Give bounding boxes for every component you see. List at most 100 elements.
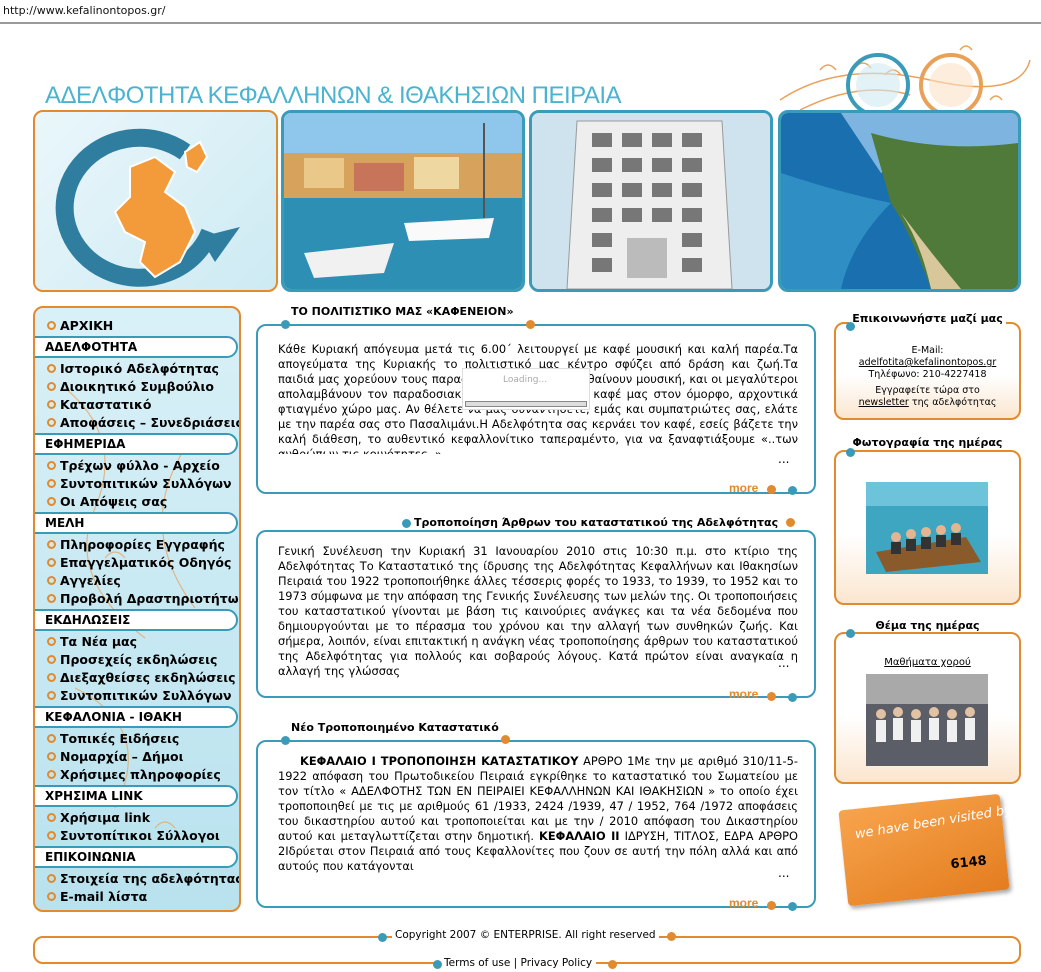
bead [281, 736, 290, 745]
theme-of-day-title: Θέμα της ημέρας [834, 619, 1021, 632]
bullet-icon [47, 576, 56, 585]
building-photo [529, 110, 773, 292]
article-ellipsis: ... [778, 656, 790, 670]
article-heading: ΚΕΦΑΛΑΙΟ ΙΙ [539, 829, 620, 843]
menu-section-contact: ΕΠΙΚΟΙΝΩΝΙΑ [35, 846, 238, 868]
menu-section-members: ΜΕΛΗ [35, 512, 238, 534]
menu-item-business-guide[interactable]: Επαγγελματικός Οδηγός [47, 555, 231, 570]
theme-link[interactable]: Μαθήματα χορού [884, 657, 971, 668]
menu-section-kefalonia-ithaki: ΚΕΦΑΛΟΝΙΑ - ΙΘΑΚΗ [35, 706, 238, 728]
menu-item-useful-info[interactable]: Χρήσιμες πληροφορίες [47, 767, 221, 782]
bullet-icon [47, 540, 56, 549]
bullet-icon [47, 479, 56, 488]
bead [767, 692, 776, 701]
terms-link[interactable]: Terms of use [444, 957, 510, 969]
article-title: Τροποποίηση Άρθρων του καταστατικού της … [411, 516, 782, 529]
menu-item-registration[interactable]: Πληροφορίες Εγγραφής [47, 537, 225, 552]
bead [786, 518, 795, 527]
bead [846, 629, 855, 638]
bead [846, 448, 855, 457]
menu-item-upcoming-events[interactable]: Προσεχείς εκδηλώσεις [47, 652, 217, 667]
bullet-icon [47, 892, 56, 901]
bullet-icon [47, 400, 56, 409]
bead [767, 901, 776, 910]
bullet-icon [47, 497, 56, 506]
bullet-icon [47, 655, 56, 664]
bullet-icon [47, 874, 56, 883]
menu-section-events: ΕΚΔΗΛΩΣΕΙΣ [35, 609, 238, 631]
association-logo[interactable] [33, 110, 278, 292]
menu-item-local-news[interactable]: Τοπικές Ειδήσεις [47, 731, 179, 746]
phone-text: Τηλέφωνο: 210-4227418 [868, 369, 987, 380]
menu-item-useful-links[interactable]: Χρήσιμα link [47, 810, 150, 825]
photo-of-day-image[interactable] [866, 482, 988, 574]
loading-text: Loading... [503, 375, 548, 385]
newsletter-link[interactable]: newsletter [859, 397, 909, 408]
visitor-label: we have been visited by: [853, 801, 1018, 843]
contact-box: E-Mail: adelfotita@kefalinontopos.gr Τηλ… [834, 322, 1021, 420]
menu-item-statute[interactable]: Καταστατικό [47, 397, 151, 412]
menu-item-opinions[interactable]: Οι Απόψεις σας [47, 494, 167, 509]
menu-item-local-clubs[interactable]: Συντοπίτικοι Σύλλογοι [47, 828, 220, 843]
menu-item-board[interactable]: Διοικητικό Συμβούλιο [47, 379, 214, 394]
bead [501, 735, 510, 744]
bullet-icon [47, 673, 56, 682]
photo-of-day-title: Φωτογραφία της ημέρας [834, 436, 1021, 449]
bead [767, 485, 776, 494]
copyright-text: Copyright 2007 © ENTERPRISE. All right r… [392, 929, 659, 941]
theme-link-wrap: Μαθήματα χορού [836, 656, 1019, 669]
menu-item-association-details[interactable]: Στοιχεία της αδελφότητας [47, 871, 239, 886]
footer-links: Terms of use | Privacy Policy [440, 957, 597, 969]
bullet-icon [47, 382, 56, 391]
bead [281, 320, 290, 329]
bullet-icon [47, 831, 56, 840]
theme-of-day-box: Μαθήματα χορού [834, 632, 1021, 784]
decorative-branches [779, 45, 1031, 117]
footer-separator: | [513, 957, 518, 969]
address-bar[interactable]: http://www.kefalinontopos.gr/ [0, 0, 1041, 24]
menu-item-past-events[interactable]: Διεξαχθείσες εκδηλώσεις [47, 670, 235, 685]
menu-item-ads[interactable]: Αγγελίες [47, 573, 121, 588]
bead [846, 322, 855, 331]
menu-item-history[interactable]: Ιστορικό Αδελφότητας [47, 361, 219, 376]
article-ellipsis: ... [778, 452, 790, 466]
menu-item-news[interactable]: Τα Νέα μας [47, 634, 137, 649]
bullet-icon [47, 691, 56, 700]
menu-section-efimerida: ΕΦΗΜΕΡΙΔΑ [35, 433, 238, 455]
bead [402, 519, 411, 528]
bullet-icon [47, 558, 56, 567]
menu-item-activities[interactable]: Προβολή Δραστηριοτήτων [47, 591, 239, 606]
bullet-icon [47, 752, 56, 761]
url-text: http://www.kefalinontopos.gr/ [3, 4, 166, 17]
bead [788, 902, 797, 911]
menu-item-current-issue[interactable]: Τρέχων φύλλο - Αρχείο [47, 458, 220, 473]
article-title: Νέο Τροποποιημένο Καταστατικό [288, 721, 502, 734]
theme-of-day-image[interactable] [866, 674, 988, 766]
menu-item-local-clubs-news[interactable]: Συντοπιτικών Συλλόγων [47, 476, 232, 491]
photo-of-day-box [834, 450, 1021, 605]
loading-progress-bar [465, 401, 587, 407]
more-link[interactable]: more [729, 896, 758, 910]
article-ellipsis: ... [778, 866, 790, 880]
bead [378, 933, 387, 942]
coast-photo [778, 110, 1021, 292]
privacy-link[interactable]: Privacy Policy [521, 957, 593, 969]
menu-item-local-clubs-events[interactable]: Συντοπιτικών Συλλόγων [47, 688, 232, 703]
menu-item-prefecture[interactable]: Νομαρχία – Δήμοι [47, 749, 184, 764]
bullet-icon [47, 594, 56, 603]
bullet-icon [47, 637, 56, 646]
menu-section-adelfotita: ΑΔΕΛΦΟΤΗΤΑ [35, 336, 238, 358]
newsletter-line: newsletter της αδελφότητας [858, 397, 997, 408]
more-link[interactable]: more [729, 481, 758, 495]
bead [433, 960, 442, 969]
menu-item-decisions[interactable]: Αποφάσεις – Συνεδριάσεις [47, 415, 239, 430]
menu-home[interactable]: ΑΡΧΙΚΗ [47, 318, 113, 333]
more-link[interactable]: more [729, 687, 758, 701]
bead [788, 486, 797, 495]
visitor-counter: we have been visited by: 6148 [838, 793, 1017, 907]
article-panel-statute-amendment: Γενική Συνέλευση την Κυριακή 31 Ιανουαρί… [256, 530, 816, 698]
contact-title: Επικοινωνήστε μαζί μας [834, 312, 1021, 325]
article-title: ΤΟ ΠΟΛΙΤΙΣΤΙΚΟ ΜΑΣ «ΚΑΦΕΝΕΙΟΝ» [288, 305, 517, 318]
menu-item-email-list[interactable]: E-mail λίστα [47, 889, 147, 904]
bead [667, 932, 676, 941]
